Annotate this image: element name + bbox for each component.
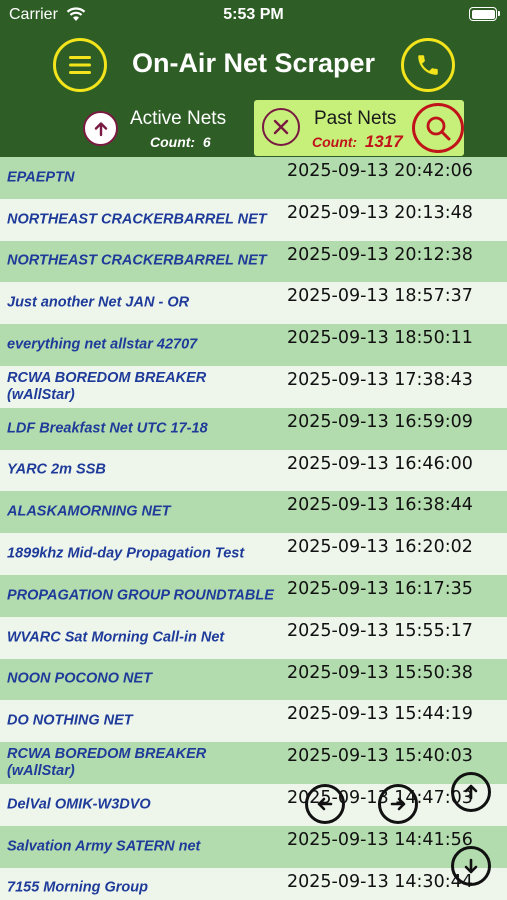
net-name: NOON POCONO NET (7, 670, 153, 687)
net-date: 2025-09-13 16:17:35 (287, 578, 473, 599)
net-date: 2025-09-13 15:50:38 (287, 662, 473, 683)
net-date: 2025-09-13 16:38:44 (287, 495, 473, 516)
tab-active-nets[interactable]: Active Nets Count: 6 (80, 100, 250, 156)
close-button[interactable] (262, 108, 300, 146)
tab-past-nets[interactable]: Past Nets Count: 1317 (254, 100, 464, 156)
next-page-button[interactable] (378, 784, 418, 824)
net-date: 2025-09-13 14:41:56 (287, 829, 473, 850)
net-row[interactable]: WVARC Sat Morning Call-in Net 2025-09-13 … (0, 616, 507, 659)
net-name: PROPAGATION GROUP ROUNDTABLE (7, 587, 274, 604)
net-row[interactable]: NOON POCONO NET 2025-09-13 15:50:38 (0, 658, 507, 701)
net-name: NORTHEAST CRACKERBARREL NET (7, 211, 267, 228)
net-row[interactable]: EPAEPTN 2025-09-13 20:42:06 (0, 157, 507, 199)
net-row[interactable]: everything net allstar 42707 2025-09-13 1… (0, 324, 507, 366)
net-name: Just another Net JAN - OR (7, 294, 190, 311)
net-name: DelVal OMIK-W3DVO (7, 796, 151, 813)
app-header: Carrier 5:53 PM On-Air Net Scraper Activ… (0, 0, 507, 157)
status-bar: Carrier 5:53 PM (0, 0, 507, 32)
net-name: NORTHEAST CRACKERBARREL NET (7, 252, 267, 269)
net-row[interactable]: Just another Net JAN - OR 2025-09-13 18:5… (0, 282, 507, 325)
search-icon (426, 116, 451, 141)
net-row[interactable]: ALASKAMORNING NET 2025-09-13 16:38:44 (0, 491, 507, 534)
net-name: Salvation Army SATERN net (7, 838, 201, 855)
battery-icon (469, 7, 500, 21)
scroll-bottom-button[interactable] (451, 846, 491, 886)
net-date: 2025-09-13 16:59:09 (287, 411, 473, 432)
clock: 5:53 PM (223, 6, 284, 23)
arrow-up-circle-icon (83, 111, 118, 146)
past-nets-count: Count: 1317 (312, 132, 403, 151)
net-name: RCWA BOREDOM BREAKER (wAllStar) (7, 746, 207, 780)
net-row[interactable]: 1899khz Mid-day Propagation Test 2025-09-… (0, 533, 507, 575)
net-date: 2025-09-13 17:38:43 (287, 369, 473, 390)
net-row[interactable]: Salvation Army SATERN net 2025-09-13 14:4… (0, 825, 507, 868)
search-button[interactable] (412, 103, 464, 153)
phone-button[interactable] (401, 38, 455, 92)
arrow-left-icon (317, 797, 333, 811)
net-name: everything net allstar 42707 (7, 336, 198, 353)
net-name: RCWA BOREDOM BREAKER (wAllStar) (7, 369, 207, 403)
net-row[interactable]: 7155 Morning Group 2025-09-13 14:30:44 (0, 867, 507, 900)
net-row[interactable]: YARC 2m SSB 2025-09-13 16:46:00 (0, 449, 507, 492)
net-name: DO NOTHING NET (7, 712, 133, 729)
active-nets-count: Count: 6 (150, 134, 211, 150)
net-row[interactable]: PROPAGATION GROUP ROUNDTABLE 2025-09-13 1… (0, 574, 507, 617)
scroll-top-button[interactable] (451, 772, 491, 812)
net-date: 2025-09-13 14:30:44 (287, 871, 473, 892)
net-row[interactable]: DO NOTHING NET 2025-09-13 15:44:19 (0, 700, 507, 743)
active-nets-label: Active Nets (130, 108, 227, 129)
net-date: 2025-09-13 20:42:06 (287, 161, 473, 181)
net-row[interactable]: NORTHEAST CRACKERBARREL NET 2025-09-13 20… (0, 240, 507, 283)
arrow-down-icon (464, 858, 478, 874)
close-icon (273, 119, 289, 135)
net-row[interactable]: NORTHEAST CRACKERBARREL NET 2025-09-13 20… (0, 198, 507, 241)
net-date: 2025-09-13 15:55:17 (287, 620, 473, 641)
net-name: YARC 2m SSB (7, 461, 106, 478)
net-date: 2025-09-13 16:46:00 (287, 453, 473, 474)
net-name: LDF Breakfast Net UTC 17-18 (7, 420, 208, 437)
net-name: 7155 Morning Group (7, 879, 148, 896)
net-date: 2025-09-13 16:20:02 (287, 537, 473, 558)
arrow-right-icon (390, 797, 406, 811)
net-name: EPAEPTN (7, 169, 75, 186)
net-date: 2025-09-13 20:13:48 (287, 202, 473, 223)
net-date: 2025-09-13 18:50:11 (287, 328, 473, 349)
net-row[interactable]: RCWA BOREDOM BREAKER (wAllStar) 2025-09-1… (0, 742, 507, 784)
previous-page-button[interactable] (305, 784, 345, 824)
past-nets-list: EPAEPTN 2025-09-13 20:42:06 NORTHEAST CRAC… (0, 157, 507, 900)
net-row[interactable]: LDF Breakfast Net UTC 17-18 2025-09-13 16… (0, 407, 507, 450)
net-row[interactable]: DelVal OMIK-W3DVO 2025-09-13 14:47:03 (0, 783, 507, 826)
net-name: 1899khz Mid-day Propagation Test (7, 545, 245, 562)
phone-icon (418, 55, 438, 75)
net-row[interactable]: RCWA BOREDOM BREAKER (wAllStar) 2025-09-1… (0, 365, 507, 408)
net-date: 2025-09-13 15:40:03 (287, 746, 473, 767)
net-name: ALASKAMORNING NET (7, 503, 171, 520)
past-nets-label: Past Nets (314, 108, 397, 129)
arrow-up-icon (464, 784, 478, 800)
net-date: 2025-09-13 18:57:37 (287, 286, 473, 307)
net-date: 2025-09-13 15:44:19 (287, 704, 473, 725)
net-date: 2025-09-13 20:12:38 (287, 244, 473, 265)
net-name: WVARC Sat Morning Call-in Net (7, 629, 225, 646)
